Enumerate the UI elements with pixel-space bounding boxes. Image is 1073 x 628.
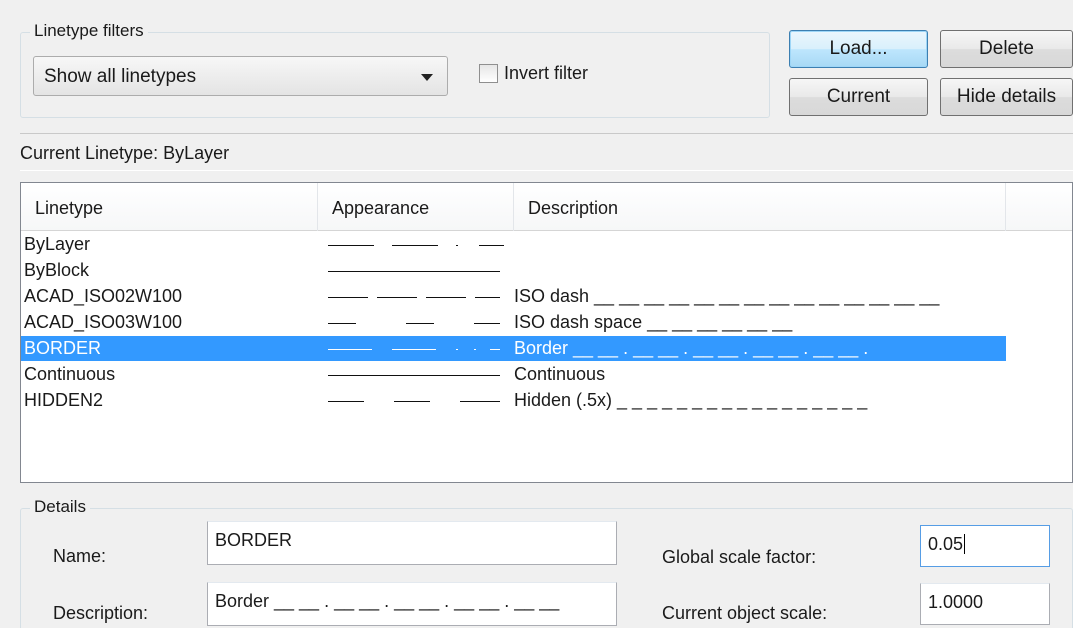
linetype-name: ACAD_ISO02W100 xyxy=(24,286,183,306)
linetype-name: ACAD_ISO03W100 xyxy=(24,312,183,332)
name-field[interactable]: BORDER xyxy=(207,521,617,565)
table-row[interactable]: ByLayer xyxy=(21,232,1006,257)
description-field[interactable]: Border __ __ . __ __ . __ __ . __ __ . _… xyxy=(207,582,617,626)
linetype-name: ByBlock xyxy=(24,260,90,280)
linetype-dash xyxy=(474,349,476,350)
linetype-dash xyxy=(479,245,504,246)
linetype-description: ISO dash __ __ __ __ __ __ __ __ __ __ _… xyxy=(514,286,940,306)
linetype-filters-title: Linetype filters xyxy=(30,21,148,41)
linetype-name: ByLayer xyxy=(24,234,91,254)
linetype-filter-selected: Show all linetypes xyxy=(44,66,197,87)
column-header-description[interactable]: Description xyxy=(514,183,1006,231)
linetype-name: HIDDEN2 xyxy=(24,390,104,410)
linetype-name: BORDER xyxy=(24,338,102,358)
current-linetype-bar: Current Linetype: ByLayer xyxy=(20,133,1073,171)
linetype-dash xyxy=(406,323,434,324)
column-header-linetype[interactable]: Linetype xyxy=(21,183,318,231)
current-linetype-label: Current Linetype: ByLayer xyxy=(20,143,230,163)
linetype-dash xyxy=(328,245,374,246)
linetype-dash xyxy=(394,401,430,402)
linetype-dash xyxy=(328,271,500,272)
linetype-dash xyxy=(377,297,417,298)
table-row[interactable]: BORDER Border __ __ . __ __ . __ __ . __ … xyxy=(21,336,1006,361)
linetype-dash xyxy=(328,297,368,298)
linetype-dash xyxy=(392,245,438,246)
linetype-appearance xyxy=(328,284,512,309)
table-row[interactable]: ACAD_ISO03W100 ISO dash space __ __ __ __… xyxy=(21,310,1006,335)
text-caret xyxy=(964,534,966,554)
global-scale-value: 0.05 xyxy=(928,534,964,554)
linetype-dash xyxy=(456,245,458,246)
linetype-dash xyxy=(456,349,458,350)
chevron-down-icon xyxy=(421,74,433,81)
linetype-list[interactable]: Linetype Appearance Description ByLayer B… xyxy=(20,182,1073,483)
linetype-dash xyxy=(328,323,356,324)
linetype-description: ISO dash space __ __ __ __ __ __ xyxy=(514,312,793,332)
table-row[interactable]: Continuous Continuous xyxy=(21,362,1006,387)
linetype-description: Hidden (.5x) _ _ _ _ _ _ _ _ _ _ _ _ _ _… xyxy=(514,390,868,410)
description-label: Description: xyxy=(53,603,149,623)
current-button[interactable]: Current xyxy=(789,78,928,116)
column-header-appearance[interactable]: Appearance xyxy=(318,183,514,231)
linetype-dash xyxy=(475,297,500,298)
linetype-dash xyxy=(328,349,372,350)
global-scale-field[interactable]: 0.05 xyxy=(920,525,1050,567)
linetype-dash xyxy=(474,323,500,324)
linetype-appearance xyxy=(328,310,512,335)
linetype-dash xyxy=(328,375,500,376)
invert-filter-checkbox[interactable] xyxy=(479,64,498,83)
table-row[interactable]: ByBlock xyxy=(21,258,1006,283)
linetype-appearance xyxy=(328,388,512,413)
load-button[interactable]: Load... xyxy=(789,30,928,68)
linetype-name: Continuous xyxy=(24,364,116,384)
linetype-appearance xyxy=(328,336,512,361)
hide-details-button[interactable]: Hide details xyxy=(940,78,1073,116)
object-scale-field[interactable]: 1.0000 xyxy=(920,583,1050,625)
linetype-description: Border __ __ . __ __ . __ __ . __ __ . _… xyxy=(514,338,869,358)
table-row[interactable]: ACAD_ISO02W100 ISO dash __ __ __ __ __ __… xyxy=(21,284,1006,309)
linetype-dash xyxy=(460,401,500,402)
object-scale-label: Current object scale: xyxy=(662,603,828,623)
delete-button[interactable]: Delete xyxy=(940,30,1073,68)
linetype-description: Continuous xyxy=(514,364,606,384)
name-label: Name: xyxy=(53,546,107,566)
details-title: Details xyxy=(30,497,90,517)
linetype-appearance xyxy=(328,258,512,283)
global-scale-label: Global scale factor: xyxy=(662,547,817,567)
linetype-filter-dropdown[interactable]: Show all linetypes xyxy=(33,56,448,96)
linetype-dash xyxy=(490,349,500,350)
list-header: Linetype Appearance Description xyxy=(21,183,1072,231)
linetype-dash xyxy=(392,349,436,350)
invert-filter-label: Invert filter xyxy=(504,63,589,83)
linetype-appearance xyxy=(328,362,512,387)
table-row[interactable]: HIDDEN2 Hidden (.5x) _ _ _ _ _ _ _ _ _ _ … xyxy=(21,388,1006,413)
linetype-dash xyxy=(426,297,466,298)
linetype-appearance xyxy=(328,232,512,257)
linetype-dash xyxy=(328,401,364,402)
